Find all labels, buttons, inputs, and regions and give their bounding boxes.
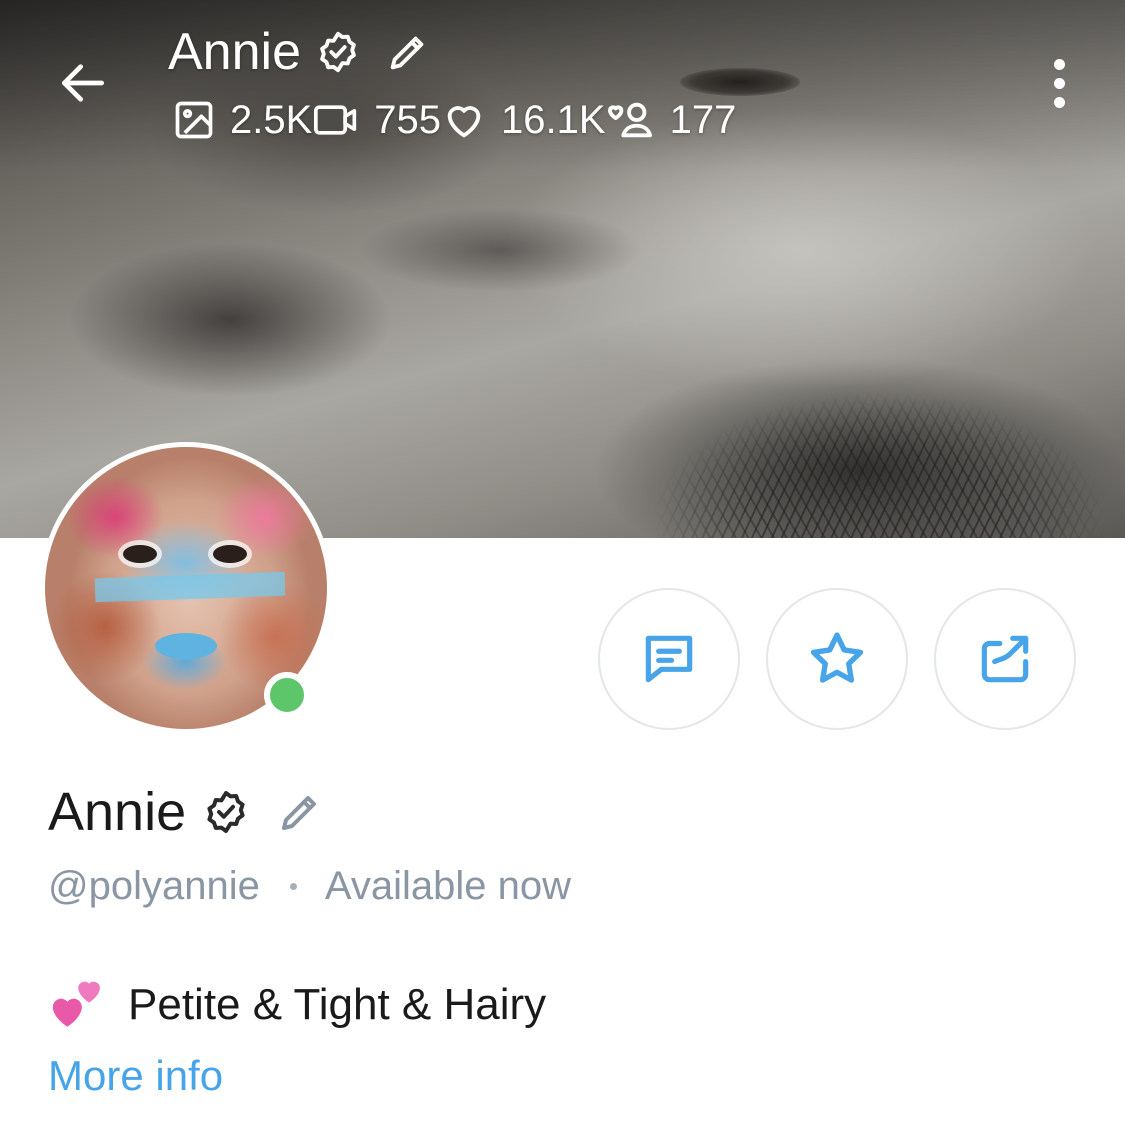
stat-likes: 16.1K	[441, 97, 606, 143]
fans-icon	[607, 102, 652, 138]
fans-count: 177	[669, 97, 737, 142]
share-button[interactable]	[934, 588, 1076, 730]
avatar-eye-left	[123, 545, 157, 563]
header-name: Annie	[168, 23, 301, 81]
handle-row: @polyannie Available now	[48, 860, 571, 912]
two-hearts-icon	[52, 981, 100, 1027]
verified-badge-icon	[207, 791, 245, 833]
heart-icon	[447, 106, 481, 138]
more-info-link[interactable]: More info	[48, 1052, 223, 1100]
likes-count: 16.1K	[501, 97, 606, 142]
stat-videos: 755	[312, 98, 441, 143]
cover-photo-texture	[520, 330, 1125, 538]
videos-count: 755	[374, 97, 442, 142]
stat-fans: 177	[606, 97, 737, 143]
availability-status: Available now	[324, 863, 571, 908]
star-icon	[810, 632, 864, 683]
username-handle: @polyannie	[48, 863, 260, 908]
verified-badge-icon	[320, 31, 356, 73]
more-vertical-icon	[1053, 58, 1065, 70]
back-button[interactable]	[50, 50, 116, 116]
avatar-paint-stripe	[94, 571, 286, 603]
avatar-eye-right	[213, 545, 247, 563]
favorite-button[interactable]	[766, 588, 908, 730]
message-icon	[645, 635, 693, 683]
edit-pencil-icon[interactable]	[276, 788, 324, 836]
video-icon	[314, 105, 357, 135]
stat-photos: 2.5K	[172, 98, 312, 143]
bio: Petite & Tight & Hairy	[48, 975, 546, 1035]
avatar-lips	[155, 633, 217, 659]
image-icon	[175, 101, 213, 139]
profile-name: Annie	[48, 782, 187, 842]
more-vertical-icon-dot	[1053, 77, 1065, 89]
header-stats: 2.5K 755 16.1K 177	[172, 94, 736, 146]
handle-separator	[289, 882, 297, 890]
arrow-left-icon	[61, 64, 104, 102]
bio-text: Petite & Tight & Hairy	[128, 980, 547, 1029]
header-title: Annie	[168, 22, 431, 82]
profile-name-row: Annie	[48, 780, 324, 844]
photos-count: 2.5K	[230, 97, 313, 142]
share-icon	[981, 635, 1029, 683]
message-button[interactable]	[598, 588, 740, 730]
edit-pencil-icon[interactable]	[385, 29, 431, 75]
online-status-indicator	[264, 672, 310, 718]
more-vertical-icon-dot	[1053, 96, 1065, 108]
more-options-button[interactable]	[1036, 50, 1082, 116]
